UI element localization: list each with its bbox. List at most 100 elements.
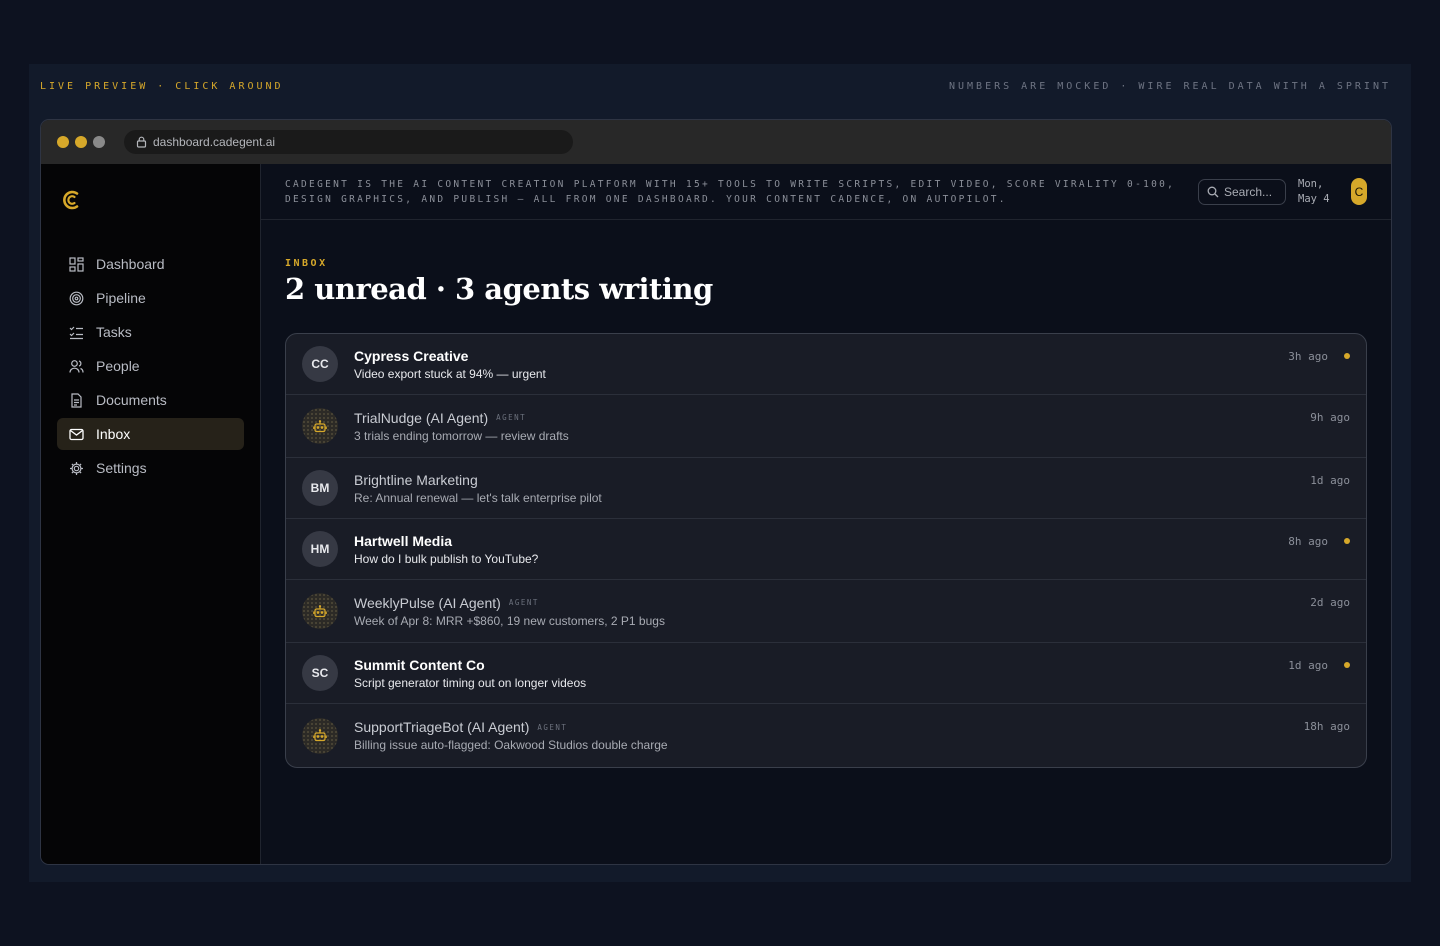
message-text: Brightline Marketing Re: Annual renewal … [354, 472, 602, 505]
window-maximize-dot[interactable] [93, 136, 105, 148]
sidebar-item-inbox[interactable]: Inbox [57, 418, 244, 450]
browser-window: dashboard.cadegent.ai Dashboard Pipeline [40, 119, 1392, 865]
page-title: 2 unread · 3 agents writing [285, 272, 713, 306]
sidebar-item-tasks[interactable]: Tasks [57, 316, 244, 348]
url-bar[interactable]: dashboard.cadegent.ai [124, 130, 573, 154]
message-time: 18h ago [1303, 720, 1350, 733]
sender-avatar: BM [302, 470, 338, 506]
mocked-notice: NUMBERS ARE MOCKED · WIRE REAL DATA WITH… [948, 81, 1391, 92]
message-preview: Re: Annual renewal — let's talk enterpri… [354, 490, 602, 505]
main-content: CADEGENT IS THE AI CONTENT CREATION PLAT… [261, 164, 1391, 864]
message-time: 1d ago [1310, 474, 1350, 487]
message-text: Cypress Creative Video export stuck at 9… [354, 348, 546, 381]
message-time: 9h ago [1310, 411, 1350, 424]
message-preview: How do I bulk publish to YouTube? [354, 551, 539, 566]
date-weekday: Mon, [1298, 177, 1324, 190]
window-close-dot[interactable] [57, 136, 69, 148]
unread-indicator-dot [1344, 353, 1350, 359]
tagline-line-1: CADEGENT IS THE AI CONTENT CREATION PLAT… [285, 178, 1176, 190]
document-icon [71, 392, 82, 408]
inbox-message-row[interactable]: SupportTriageBot (AI Agent) AGENT Billin… [286, 704, 1366, 767]
inbox-message-row[interactable]: BM Brightline Marketing Re: Annual renew… [286, 458, 1366, 519]
sender-name-text: Hartwell Media [354, 532, 453, 549]
inbox-list: CC Cypress Creative Video export stuck a… [285, 333, 1367, 768]
inbox-section-label: INBOX [285, 258, 328, 269]
sender-avatar: CC [302, 346, 338, 382]
sidebar-item-label: Tasks [96, 324, 132, 340]
sidebar: Dashboard Pipeline Tasks People Document… [41, 164, 261, 864]
grid-icon [69, 256, 84, 272]
checklist-icon [69, 326, 83, 339]
sender-name-text: Summit Content Co [354, 656, 485, 673]
search-box[interactable]: Search... [1198, 178, 1286, 205]
sender-avatar: HM [302, 531, 338, 567]
sidebar-item-dashboard[interactable]: Dashboard [57, 248, 244, 280]
message-text: WeeklyPulse (AI Agent) AGENT Week of Apr… [354, 595, 665, 628]
robot-icon [313, 729, 327, 742]
sidebar-item-label: People [96, 358, 140, 374]
message-preview: Video export stuck at 94% — urgent [354, 366, 546, 381]
message-time: 1d ago [1288, 659, 1328, 672]
unread-indicator-dot [1344, 538, 1350, 544]
message-preview: Billing issue auto-flagged: Oakwood Stud… [354, 738, 668, 752]
sidebar-item-label: Documents [96, 392, 167, 408]
unread-indicator-dot [1344, 662, 1350, 668]
sender-name: Summit Content Co [354, 657, 586, 673]
live-preview-label: LIVE PREVIEW · CLICK AROUND [40, 81, 284, 92]
sender-name-text: SupportTriageBot (AI Agent) [354, 719, 530, 735]
inbox-message-row[interactable]: TrialNudge (AI Agent) AGENT 3 trials end… [286, 395, 1366, 458]
message-text: Summit Content Co Script generator timin… [354, 657, 586, 690]
search-icon [1207, 186, 1219, 197]
message-text: TrialNudge (AI Agent) AGENT 3 trials end… [354, 410, 569, 443]
sender-name: SupportTriageBot (AI Agent) AGENT [354, 719, 668, 735]
sender-name: TrialNudge (AI Agent) AGENT [354, 410, 569, 426]
sender-name-text: WeeklyPulse (AI Agent) [354, 594, 501, 611]
inbox-message-row[interactable]: CC Cypress Creative Video export stuck a… [286, 334, 1366, 395]
url-text: dashboard.cadegent.ai [153, 135, 276, 149]
sender-name-text: Cypress Creative [354, 347, 469, 364]
sidebar-item-people[interactable]: People [57, 350, 244, 382]
message-time: 3h ago [1288, 350, 1328, 363]
inbox-message-row[interactable]: HM Hartwell Media How do I bulk publish … [286, 519, 1366, 580]
mail-icon [69, 428, 84, 440]
product-tagline: CADEGENT IS THE AI CONTENT CREATION PLAT… [285, 177, 1192, 207]
sender-avatar [302, 593, 338, 629]
preview-banner: LIVE PREVIEW · CLICK AROUND NUMBERS ARE … [40, 81, 1391, 95]
user-avatar[interactable]: C [1351, 178, 1367, 205]
date-day: May 4 [1298, 192, 1330, 205]
sender-name-text: Brightline Marketing [354, 471, 478, 488]
sender-avatar [302, 408, 338, 444]
robot-icon [313, 419, 327, 432]
sender-name: Brightline Marketing [354, 472, 602, 488]
inbox-message-row[interactable]: SC Summit Content Co Script generator ti… [286, 643, 1366, 704]
sidebar-item-label: Dashboard [96, 256, 165, 272]
top-header: CADEGENT IS THE AI CONTENT CREATION PLAT… [261, 164, 1391, 220]
agent-badge: AGENT [496, 413, 527, 422]
sidebar-item-pipeline[interactable]: Pipeline [57, 282, 244, 314]
message-time: 8h ago [1288, 535, 1328, 548]
sender-name: Cypress Creative [354, 348, 546, 364]
sender-name-text: TrialNudge (AI Agent) [354, 409, 489, 426]
gear-icon [70, 461, 83, 475]
cadegent-logo-icon[interactable] [62, 189, 82, 216]
message-preview: Week of Apr 8: MRR +$860, 19 new custome… [354, 613, 665, 628]
sender-avatar [302, 717, 338, 754]
sidebar-item-label: Inbox [96, 426, 131, 442]
message-text: SupportTriageBot (AI Agent) AGENT Billin… [354, 719, 668, 752]
window-minimize-dot[interactable] [75, 136, 87, 148]
browser-chrome: dashboard.cadegent.ai [41, 120, 1391, 164]
sidebar-item-settings[interactable]: Settings [57, 452, 244, 484]
sidebar-item-documents[interactable]: Documents [57, 384, 244, 416]
message-text: Hartwell Media How do I bulk publish to … [354, 533, 538, 566]
sidebar-item-label: Pipeline [96, 290, 146, 306]
agent-badge: AGENT [537, 722, 568, 732]
search-placeholder: Search... [1224, 184, 1273, 199]
robot-icon [313, 604, 327, 617]
lock-icon [136, 136, 147, 148]
sidebar-nav: Dashboard Pipeline Tasks People Document… [57, 248, 244, 486]
preview-stage: LIVE PREVIEW · CLICK AROUND NUMBERS ARE … [29, 64, 1411, 882]
message-preview: 3 trials ending tomorrow — review drafts [354, 428, 569, 443]
target-icon [69, 291, 84, 305]
app-shell: Dashboard Pipeline Tasks People Document… [41, 164, 1391, 864]
inbox-message-row[interactable]: WeeklyPulse (AI Agent) AGENT Week of Apr… [286, 580, 1366, 643]
